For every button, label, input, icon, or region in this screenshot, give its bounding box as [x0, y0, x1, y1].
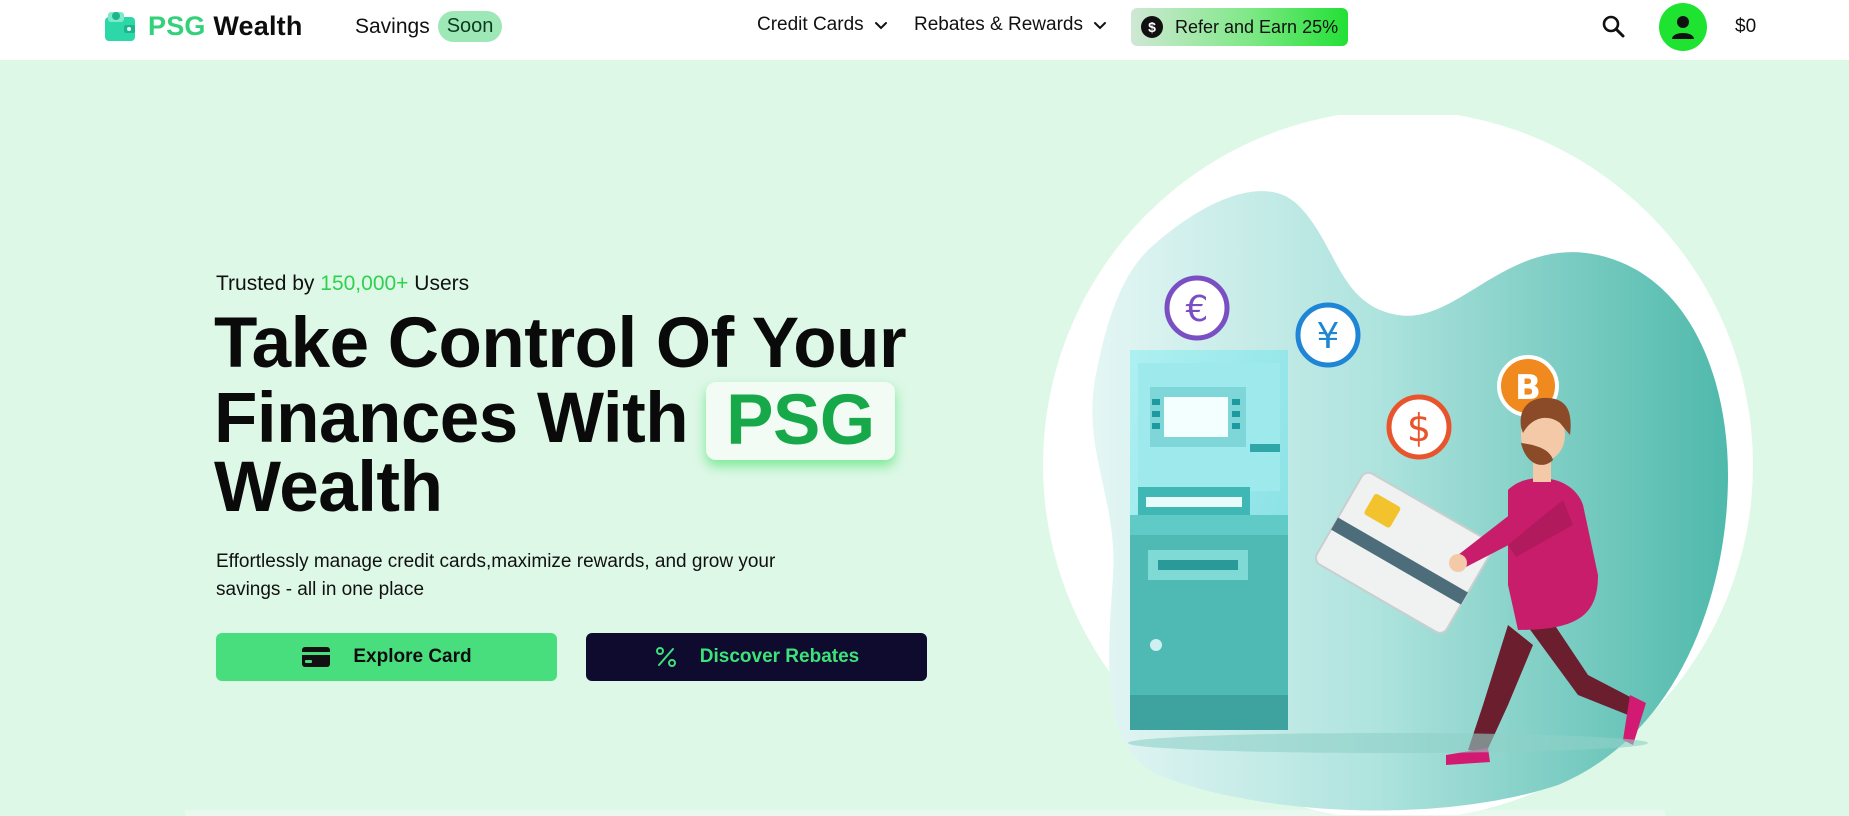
yen-glyph: ¥: [1317, 316, 1340, 357]
hero-headline: Take Control Of Your Finances With PSG We…: [214, 304, 907, 527]
discover-rebates-button[interactable]: Discover Rebates: [586, 633, 927, 681]
chevron-down-icon: [1093, 22, 1106, 30]
top-navbar: PSG Wealth Savings Soon Credit Cards Reb…: [0, 0, 1849, 60]
dollar-coin-icon: $: [1141, 16, 1163, 38]
user-avatar[interactable]: [1659, 3, 1707, 51]
psg-highlight-badge: PSG: [706, 382, 895, 460]
trusted-by-text: Trusted by 150,000+ Users: [216, 272, 469, 296]
nav-rebates-rewards-label: Rebates & Rewards: [914, 14, 1083, 35]
chevron-down-icon: [874, 22, 887, 30]
hero-section: Trusted by 150,000+ Users Take Control O…: [0, 60, 1849, 816]
search-icon[interactable]: [1601, 14, 1627, 40]
soon-badge: Soon: [437, 11, 503, 42]
brand-name-wealth: Wealth: [205, 10, 303, 41]
headline-line-2: Finances With PSG: [214, 380, 906, 460]
explore-card-label: Explore Card: [353, 646, 472, 667]
brand-name: PSG Wealth: [148, 11, 303, 42]
nav-savings[interactable]: Savings Soon: [355, 11, 503, 42]
wallet-balance[interactable]: $0: [1735, 16, 1756, 38]
headline-line-1: Take Control Of Your: [214, 304, 907, 383]
user-icon: [1672, 16, 1694, 39]
refer-earn-button[interactable]: $ Refer and Earn 25%: [1131, 8, 1348, 46]
headline-line-2-text: Finances With: [214, 379, 689, 458]
trusted-count: 150,000+: [320, 272, 409, 295]
nav-rebates-rewards[interactable]: Rebates & Rewards: [914, 14, 1107, 36]
percent-icon: [655, 647, 676, 667]
credit-card-icon: [302, 647, 331, 667]
euro-coin-icon: €: [1164, 275, 1230, 341]
dollar-glyph: $: [1407, 406, 1431, 450]
yen-coin-icon: ¥: [1295, 302, 1361, 368]
headline-line-3: Wealth: [214, 448, 443, 527]
refer-earn-label: Refer and Earn 25%: [1175, 16, 1339, 37]
nav-credit-cards-label: Credit Cards: [757, 14, 864, 35]
euro-glyph: €: [1186, 289, 1209, 330]
savings-label: Savings: [355, 14, 430, 38]
discover-rebates-label: Discover Rebates: [699, 646, 860, 667]
atm-machine-icon: [1130, 350, 1288, 730]
floor-shadow: [1128, 733, 1648, 753]
hero-illustration: € ¥ $ B: [1043, 115, 1753, 815]
explore-card-button[interactable]: Explore Card: [216, 633, 557, 681]
trusted-prefix: Trusted by: [216, 272, 321, 295]
brand-logo[interactable]: PSG Wealth: [102, 8, 303, 44]
nav-credit-cards[interactable]: Credit Cards: [757, 14, 888, 36]
wallet-icon: [105, 12, 135, 41]
brand-name-psg: PSG: [148, 10, 206, 41]
dollar-coin-icon: $: [1386, 394, 1452, 460]
hero-description: Effortlessly manage credit cards,maximiz…: [216, 551, 776, 600]
trusted-suffix: Users: [408, 272, 470, 295]
